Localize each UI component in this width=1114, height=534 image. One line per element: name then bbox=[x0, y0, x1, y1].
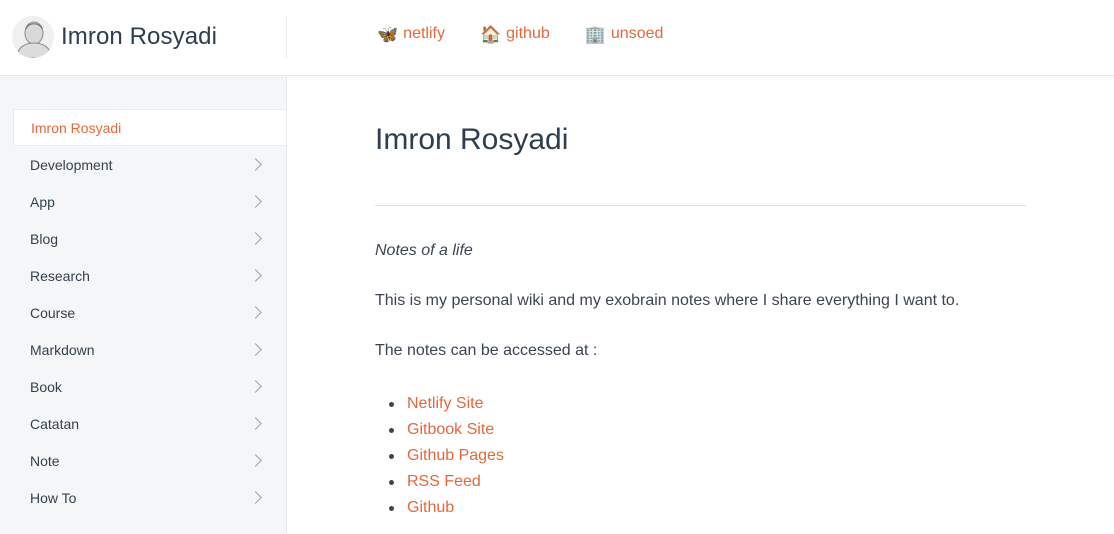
tagline: Notes of a life bbox=[375, 242, 473, 259]
sidebar-item-label: How To bbox=[30, 489, 77, 506]
nav-link-label: github bbox=[506, 25, 550, 42]
chevron-right-icon bbox=[249, 158, 262, 171]
chevron-right-icon bbox=[249, 269, 262, 282]
chevron-right-icon bbox=[249, 343, 262, 356]
chevron-right-icon bbox=[249, 380, 262, 393]
site-title: Imron Rosyadi bbox=[61, 23, 218, 50]
sidebar-item-catatan[interactable]: Catatan bbox=[13, 405, 286, 442]
divider bbox=[375, 205, 1026, 206]
sidebar-item-book[interactable]: Book bbox=[13, 368, 286, 405]
link-github-pages[interactable]: Github Pages bbox=[407, 447, 504, 465]
list-item: Netlify Site bbox=[389, 391, 504, 417]
link-github[interactable]: Github bbox=[407, 499, 454, 517]
bullet-icon bbox=[389, 401, 394, 407]
intro-paragraph: This is my personal wiki and my exobrain… bbox=[375, 292, 960, 309]
bullet-icon bbox=[389, 479, 394, 485]
sidebar-item-app[interactable]: App bbox=[13, 183, 286, 220]
sidebar-item-blog[interactable]: Blog bbox=[13, 220, 286, 257]
sidebar-item-imron-rosyadi[interactable]: Imron Rosyadi bbox=[13, 109, 286, 146]
chevron-right-icon bbox=[249, 232, 262, 245]
sidebar-item-label: Catatan bbox=[30, 415, 80, 432]
nav-link-netlify[interactable]: 🦋 netlify bbox=[377, 25, 445, 43]
access-paragraph: The notes can be accessed at : bbox=[375, 342, 598, 359]
sidebar-item-markdown[interactable]: Markdown bbox=[13, 331, 286, 368]
sidebar-item-label: Blog bbox=[30, 230, 59, 247]
brand[interactable]: Imron Rosyadi bbox=[12, 16, 217, 58]
chevron-right-icon bbox=[249, 306, 262, 319]
nav-link-unsoed[interactable]: 🏢 unsoed bbox=[585, 25, 664, 43]
bullet-icon bbox=[389, 505, 394, 511]
list-item: Gitbook Site bbox=[389, 417, 504, 443]
sidebar-item-label: Note bbox=[30, 452, 60, 469]
list-item: Github bbox=[389, 495, 504, 521]
sidebar-item-label: Research bbox=[30, 267, 90, 284]
notes-links-list: Netlify Site Gitbook Site Github Pages R… bbox=[389, 391, 504, 521]
header-divider bbox=[286, 16, 287, 58]
list-item: RSS Feed bbox=[389, 469, 504, 495]
top-nav: 🦋 netlify 🏠 github 🏢 unsoed bbox=[377, 25, 698, 43]
link-netlify-site[interactable]: Netlify Site bbox=[407, 395, 483, 413]
nav-link-label: unsoed bbox=[610, 25, 664, 42]
chevron-right-icon bbox=[249, 195, 262, 208]
sidebar-item-label: Development bbox=[30, 156, 113, 173]
sidebar-item-course[interactable]: Course bbox=[13, 294, 286, 331]
sidebar-item-label: App bbox=[30, 193, 55, 210]
sidebar-item-label: Markdown bbox=[30, 341, 95, 358]
list-item: Github Pages bbox=[389, 443, 504, 469]
sidebar-item-label: Imron Rosyadi bbox=[31, 119, 122, 136]
avatar-icon bbox=[12, 16, 54, 58]
office-building-icon: 🏢 bbox=[584, 24, 606, 44]
sidebar-item-note[interactable]: Note bbox=[13, 442, 286, 479]
nav-link-github[interactable]: 🏠 github bbox=[480, 25, 550, 43]
sidebar-nav: Imron Rosyadi Development App Blog Resea… bbox=[13, 109, 286, 516]
sidebar-item-research[interactable]: Research bbox=[13, 257, 286, 294]
bullet-icon bbox=[389, 427, 394, 433]
page-title: Imron Rosyadi bbox=[375, 123, 569, 156]
sidebar-item-how-to[interactable]: How To bbox=[13, 479, 286, 516]
sidebar-item-development[interactable]: Development bbox=[13, 146, 286, 183]
chevron-right-icon bbox=[249, 417, 262, 430]
house-icon: 🏠 bbox=[479, 24, 502, 44]
chevron-right-icon bbox=[249, 454, 262, 467]
bullet-icon bbox=[389, 453, 394, 459]
top-header: Imron Rosyadi 🦋 netlify 🏠 github 🏢 unsoe… bbox=[0, 0, 1114, 76]
link-rss-feed[interactable]: RSS Feed bbox=[407, 473, 481, 491]
butterfly-icon: 🦋 bbox=[377, 24, 399, 44]
sidebar: Imron Rosyadi Development App Blog Resea… bbox=[0, 77, 287, 534]
sidebar-item-label: Book bbox=[30, 378, 62, 395]
link-gitbook-site[interactable]: Gitbook Site bbox=[407, 421, 494, 439]
chevron-right-icon bbox=[249, 491, 262, 504]
nav-link-label: netlify bbox=[403, 25, 445, 42]
sidebar-item-label: Course bbox=[30, 304, 76, 321]
